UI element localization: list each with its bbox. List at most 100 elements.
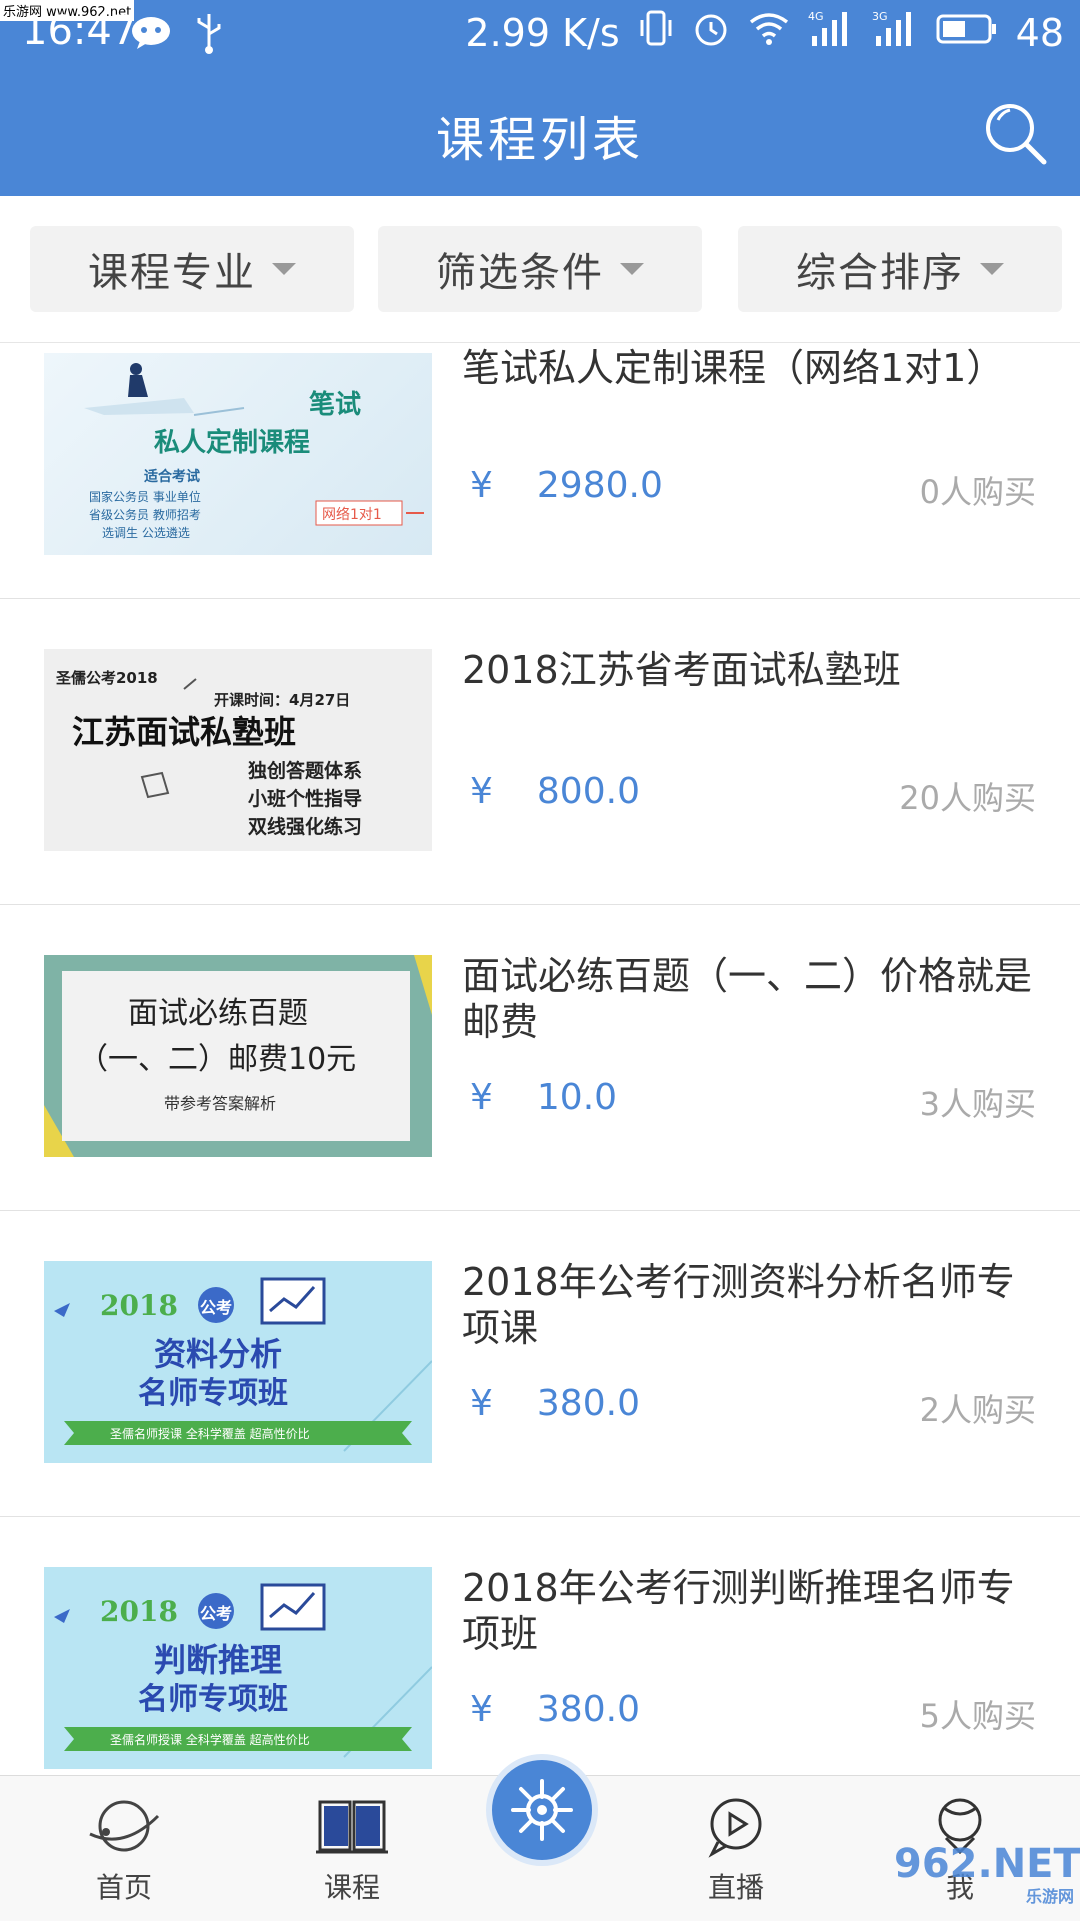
course-title: 面试必练百题（一、二）价格就是邮费 (462, 954, 1033, 1044)
thumb-text: 2018 (100, 1289, 178, 1322)
thumbnail-graphic: 2018 公考 资料分析 名师专项班 圣儒名师授课 全科学覆盖 超高性价比 (54, 1277, 432, 1452)
thumbnail-graphic: 圣儒公考2018 开课时间：4月27日 江苏面试私塾班 独创答题体系 小班个性指… (55, 669, 362, 838)
battery-level: 48 (1015, 10, 1064, 55)
alarm-icon (692, 8, 730, 57)
thumb-text: 省级公务员 教师招考 (89, 507, 201, 522)
thumb-text: 选调生 公选遴选 (102, 526, 190, 540)
buyer-count: 20人购买 (899, 779, 1036, 817)
search-icon (986, 104, 1047, 165)
yen-symbol: ¥ (470, 1689, 493, 1730)
yen-symbol: ¥ (470, 1077, 493, 1118)
thumb-text: 判断推理 (154, 1641, 282, 1679)
filter-major[interactable]: 课程专业 (30, 226, 354, 312)
buyer-count: 5人购买 (919, 1697, 1036, 1735)
thumb-text: 适合考试 (144, 468, 200, 485)
course-thumbnail: 2018 公考 判断推理 名师专项班 圣儒名师授课 全科学覆盖 超高性价比 (44, 1567, 432, 1769)
yen-symbol: ¥ (470, 1383, 493, 1424)
bottom-nav: 首页 课程 直播 我 962.NET 乐游网 (0, 1754, 1080, 1921)
filter-sort[interactable]: 综合排序 (738, 226, 1062, 312)
helm-icon (511, 1779, 573, 1841)
thumb-text: 私人定制课程 (154, 427, 310, 458)
course-price: ¥10.0 (470, 1077, 617, 1118)
yen-symbol: ¥ (470, 465, 493, 506)
thumb-text: 名师专项班 (138, 1682, 288, 1717)
thumb-text: 圣儒名师授课 全科学覆盖 超高性价比 (110, 1732, 310, 1747)
price-value: 800.0 (536, 771, 640, 812)
play-bubble-icon (708, 1798, 762, 1858)
status-bar: 16:47 2.99 K/s 4G 3G 48 (0, 0, 1080, 62)
course-item[interactable]: 面试必练百题 （一、二）邮费10元 带参考答案解析 面试必练百题（一、二）价格就… (0, 905, 1080, 1211)
status-left-icons (130, 12, 224, 58)
usb-icon (194, 12, 224, 58)
page-title: 课程列表 (435, 112, 644, 168)
search-button[interactable] (980, 98, 1050, 168)
course-item[interactable]: 笔试 私人定制课程 适合考试 国家公务员 事业单位 省级公务员 教师招考 选调生… (0, 343, 1080, 599)
thumb-text: 网络1对1 (322, 507, 382, 523)
buyer-count: 0人购买 (919, 473, 1036, 511)
course-price: ¥380.0 (470, 1689, 640, 1730)
course-thumbnail: 笔试 私人定制课程 适合考试 国家公务员 事业单位 省级公务员 教师招考 选调生… (44, 353, 432, 555)
center-action-button[interactable] (486, 1754, 598, 1866)
course-price: ¥2980.0 (470, 465, 663, 506)
course-thumbnail: 圣儒公考2018 开课时间：4月27日 江苏面试私塾班 独创答题体系 小班个性指… (44, 649, 432, 851)
thumb-text: 小班个性指导 (248, 787, 362, 810)
thumb-text: 国家公务员 事业单位 (89, 489, 201, 504)
book-icon (316, 1800, 388, 1854)
thumb-text: 2018 (100, 1595, 178, 1628)
filter-label: 课程专业 (88, 250, 256, 296)
caret-down-icon (272, 263, 296, 275)
svg-text:4G: 4G (808, 10, 824, 23)
thumb-text: 面试必练百题 (128, 996, 308, 1031)
nav-label: 首页 (95, 1871, 152, 1904)
thumb-text: 公考 (200, 1604, 232, 1623)
app-header: 乐游网 www.962.net 16:47 2.99 K/s 4G 3G 48 … (0, 0, 1080, 196)
buyer-count: 2人购买 (919, 1391, 1036, 1429)
nav-home[interactable]: 首页 (54, 1794, 194, 1906)
thumb-text: 资料分析 (154, 1335, 282, 1373)
buyer-count: 3人购买 (919, 1085, 1036, 1123)
battery-icon (936, 11, 998, 55)
thumb-text: 江苏面试私塾班 (72, 713, 296, 751)
svg-text:3G: 3G (872, 10, 888, 23)
thumb-text: 名师专项班 (138, 1376, 288, 1411)
price-value: 380.0 (536, 1383, 640, 1424)
price-value: 2980.0 (536, 465, 663, 506)
thumb-text: （一、二）邮费10元 (78, 1042, 356, 1077)
filter-bar: 课程专业 筛选条件 综合排序 (0, 196, 1080, 343)
course-title: 2018江苏省考面试私塾班 (462, 648, 901, 692)
thumb-text: 独创答题体系 (248, 759, 362, 782)
nav-label: 课程 (323, 1871, 380, 1904)
thumb-text: 带参考答案解析 (164, 1094, 276, 1113)
thumb-text: 圣儒公考2018 (55, 669, 158, 687)
filter-label: 综合排序 (796, 250, 964, 296)
course-item[interactable]: 2018 公考 判断推理 名师专项班 圣儒名师授课 全科学覆盖 超高性价比 20… (0, 1517, 1080, 1775)
price-value: 10.0 (536, 1077, 618, 1118)
nav-courses[interactable]: 课程 (282, 1794, 422, 1906)
planet-icon (89, 1800, 160, 1852)
filter-conditions[interactable]: 筛选条件 (378, 226, 702, 312)
thumbnail-graphic: 笔试 私人定制课程 适合考试 国家公务员 事业单位 省级公务员 教师招考 选调生… (84, 363, 424, 540)
course-list: 笔试 私人定制课程 适合考试 国家公务员 事业单位 省级公务员 教师招考 选调生… (0, 343, 1080, 1775)
course-thumbnail: 2018 公考 资料分析 名师专项班 圣儒名师授课 全科学覆盖 超高性价比 (44, 1261, 432, 1463)
thumb-text: 笔试 (309, 389, 361, 420)
thumbnail-graphic: 2018 公考 判断推理 名师专项班 圣儒名师授课 全科学覆盖 超高性价比 (54, 1583, 432, 1758)
thumb-text: 双线强化练习 (248, 815, 362, 838)
thumb-text: 公考 (200, 1298, 232, 1317)
course-item[interactable]: 圣儒公考2018 开课时间：4月27日 江苏面试私塾班 独创答题体系 小班个性指… (0, 599, 1080, 905)
caret-down-icon (620, 263, 644, 275)
course-title: 2018年公考行测资料分析名师专项课 (462, 1260, 1015, 1350)
thumb-text: 圣儒名师授课 全科学覆盖 超高性价比 (110, 1426, 310, 1441)
status-time: 16:47 (22, 8, 138, 54)
wifi-icon (748, 10, 790, 55)
yen-symbol: ¥ (470, 771, 493, 812)
status-right: 2.99 K/s 4G 3G 48 (465, 8, 1064, 57)
wechat-icon (130, 15, 172, 55)
nav-live[interactable]: 直播 (666, 1794, 806, 1906)
signal-3g-icon: 3G (872, 8, 918, 57)
signal-4g-icon: 4G (808, 8, 854, 57)
course-price: ¥800.0 (470, 771, 640, 812)
thumb-text: 开课时间：4月27日 (214, 691, 350, 709)
course-thumbnail: 面试必练百题 （一、二）邮费10元 带参考答案解析 (44, 955, 432, 1157)
course-price: ¥380.0 (470, 1383, 640, 1424)
course-item[interactable]: 2018 公考 资料分析 名师专项班 圣儒名师授课 全科学覆盖 超高性价比 20… (0, 1211, 1080, 1517)
